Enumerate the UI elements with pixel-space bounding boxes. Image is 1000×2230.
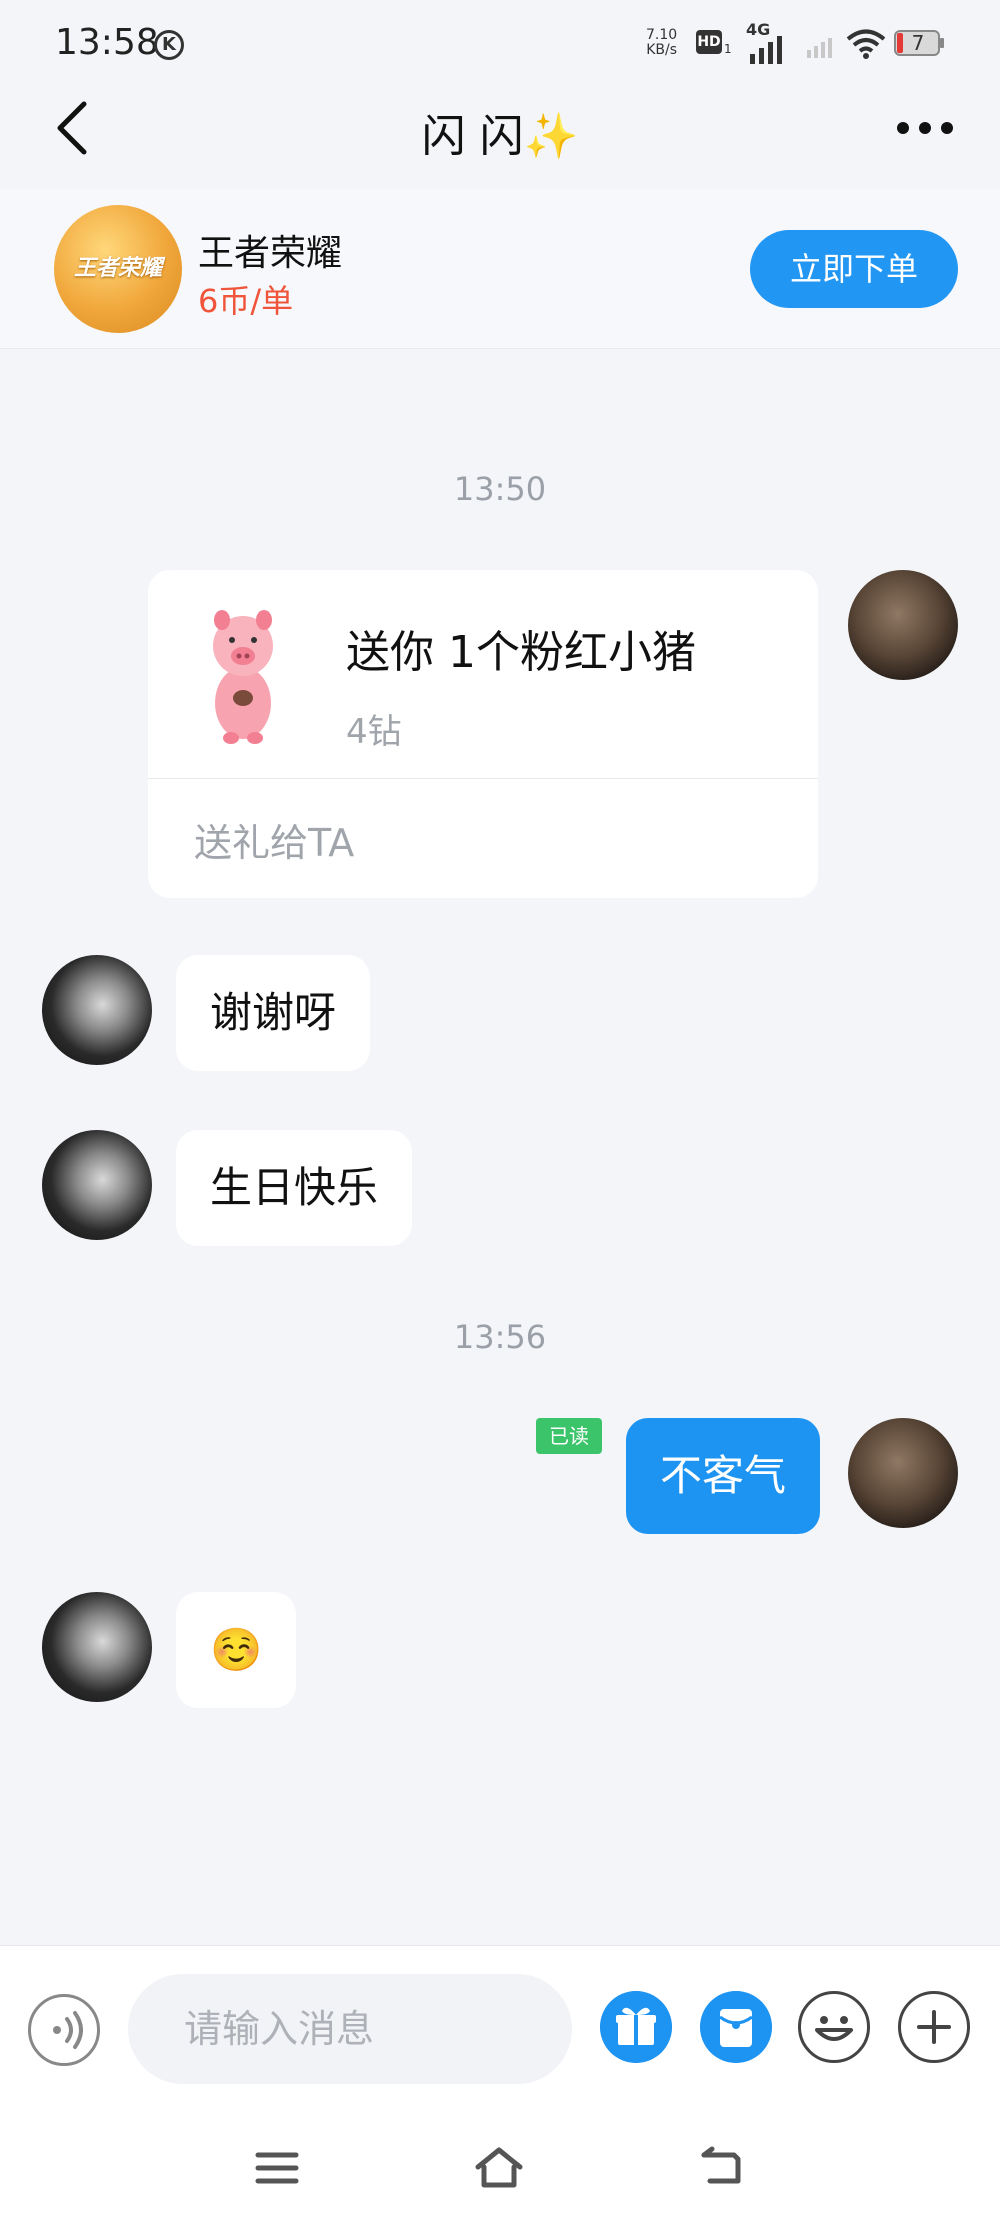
more-dots-icon[interactable] xyxy=(895,110,955,146)
timestamp: 13:56 xyxy=(453,1318,547,1356)
network-speed-unit: KB/s xyxy=(646,42,677,58)
game-price: 6币/单 xyxy=(198,282,294,320)
message-bubble-emoji[interactable]: ☺️ xyxy=(176,1592,297,1708)
send-gift-link[interactable]: 送礼给TA xyxy=(194,812,354,867)
gift-title: 送你 1个粉红小猪 xyxy=(346,627,696,678)
wifi-icon xyxy=(846,29,886,59)
emoji-icon[interactable] xyxy=(798,1991,870,2063)
avatar-contact[interactable] xyxy=(42,955,152,1065)
message-bubble[interactable]: 生日快乐 xyxy=(176,1130,413,1246)
gift-price: 4钻 xyxy=(346,712,402,752)
order-now-button[interactable]: 立即下单 xyxy=(750,230,958,308)
message-bubble[interactable]: 谢谢呀 xyxy=(176,955,371,1071)
game-name: 王者荣耀 xyxy=(198,233,343,274)
gift-icon[interactable] xyxy=(600,1991,672,2063)
menu-icon[interactable] xyxy=(252,2145,302,2191)
back-icon[interactable] xyxy=(698,2145,748,2191)
avatar-contact[interactable] xyxy=(42,1592,152,1702)
message-bubble-mine[interactable]: 不客气 xyxy=(626,1418,821,1534)
network-speed: 7.10 KB/s xyxy=(646,28,677,58)
signal-icon xyxy=(750,36,782,64)
red-packet-icon[interactable] xyxy=(700,1991,772,2063)
message-input[interactable] xyxy=(128,1974,572,2084)
pink-pig-icon xyxy=(213,610,273,744)
k-icon: K xyxy=(154,30,184,60)
avatar-me[interactable] xyxy=(848,570,958,680)
home-icon[interactable] xyxy=(474,2145,524,2191)
page-title: 闪 闪✨ xyxy=(421,111,579,162)
voice-icon[interactable] xyxy=(28,1994,100,2066)
hd-sub: 1 xyxy=(724,42,732,56)
status-time: 13:58 xyxy=(55,22,159,63)
signal-secondary-icon xyxy=(807,38,832,58)
hd-icon: HD xyxy=(696,30,722,54)
divider xyxy=(148,778,818,779)
battery-level: 7 xyxy=(911,31,925,55)
avatar-contact[interactable] xyxy=(42,1130,152,1240)
game-logo-text: 王者荣耀 xyxy=(73,256,162,281)
read-badge: 已读 xyxy=(536,1418,602,1454)
plus-icon[interactable] xyxy=(898,1991,970,2063)
timestamp: 13:50 xyxy=(453,470,547,508)
avatar-me[interactable] xyxy=(848,1418,958,1528)
network-speed-value: 7.10 xyxy=(646,27,678,43)
